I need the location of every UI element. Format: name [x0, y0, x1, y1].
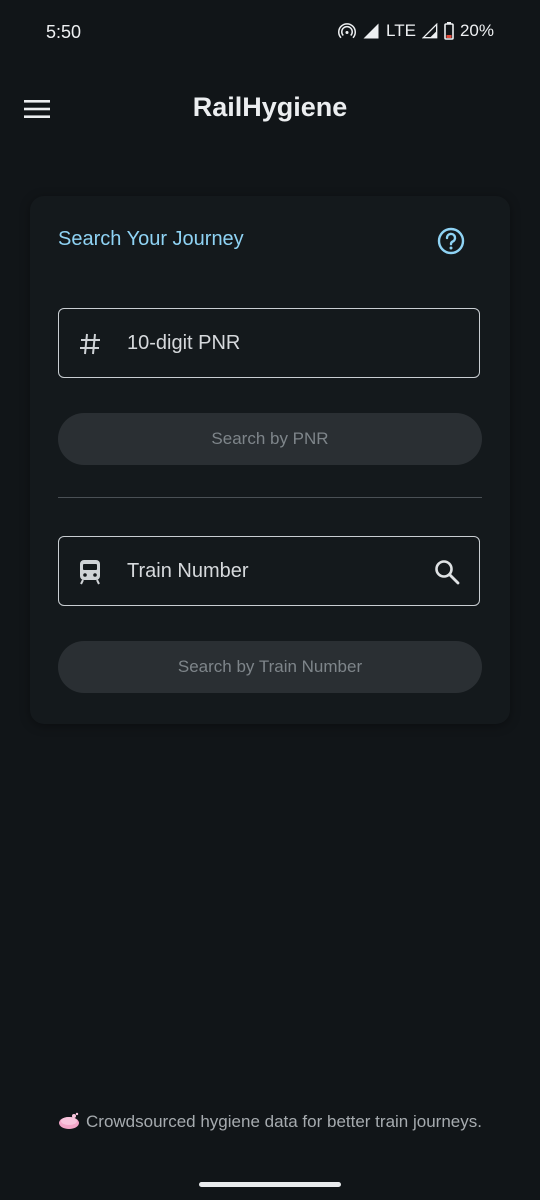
search-card: Search Your Journey Search by PNR [30, 196, 510, 724]
app-title: RailHygiene [192, 92, 348, 122]
search-by-train-number-button[interactable]: Search by Train Number [58, 641, 482, 693]
search-icon [435, 560, 460, 585]
pnr-input[interactable] [127, 309, 427, 377]
train-search-button[interactable] [433, 558, 461, 586]
signal-icon-2 [421, 23, 438, 39]
home-indicator[interactable] [199, 1182, 341, 1187]
divider [58, 497, 482, 498]
help-circle-icon [437, 227, 465, 255]
search-by-pnr-button[interactable]: Search by PNR [58, 413, 482, 465]
status-bar: 5:50 LTE 20% [0, 0, 540, 66]
footer: Crowdsourced hygiene data for better tra… [0, 1112, 540, 1135]
hash-icon [77, 331, 103, 357]
status-time: 5:50 [46, 22, 82, 42]
soap-icon [58, 1112, 80, 1135]
train-number-field[interactable] [58, 536, 480, 606]
hotspot-icon [338, 22, 357, 40]
pnr-field[interactable] [58, 308, 480, 378]
network-type: LTE [386, 21, 416, 40]
card-title: Search Your Journey [58, 228, 244, 250]
app-bar: RailHygiene [0, 70, 540, 146]
train-number-input[interactable] [127, 537, 427, 605]
signal-icon [362, 22, 380, 40]
status-indicators: LTE 20% [338, 21, 494, 41]
battery-percent: 20% [459, 21, 494, 40]
battery-icon [444, 22, 454, 40]
help-button[interactable] [436, 226, 466, 256]
footer-text: Crowdsourced hygiene data for better tra… [86, 1112, 482, 1131]
train-icon [77, 559, 103, 585]
